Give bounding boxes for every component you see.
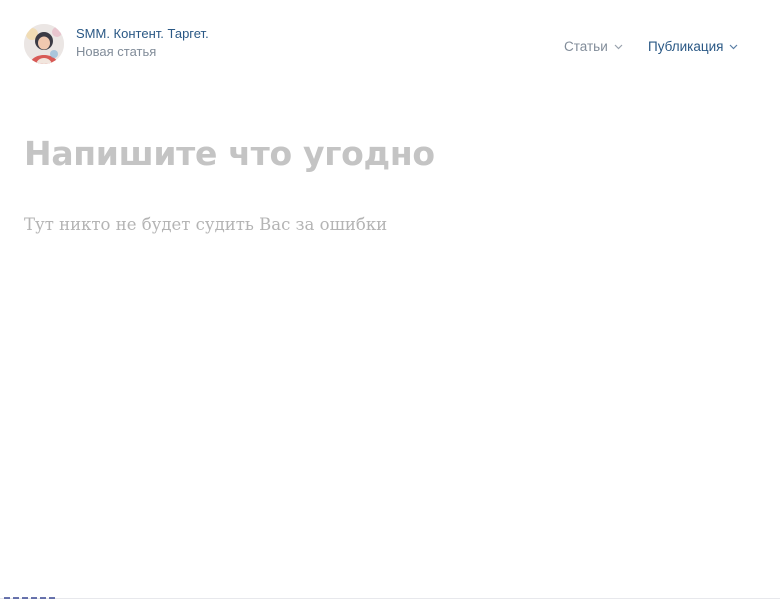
community-name[interactable]: SMM. Контент. Таргет. (76, 26, 209, 42)
chevron-down-icon (730, 44, 738, 50)
articles-menu-button[interactable]: Статьи (564, 39, 623, 55)
article-editor[interactable]: Напишите что угодно Тут никто не будет с… (24, 130, 754, 237)
avatar-image-icon (24, 24, 64, 64)
articles-menu-label: Статьи (564, 39, 608, 54)
article-editor-page: SMM. Контент. Таргет. Новая статья Стать… (0, 0, 780, 599)
community-avatar[interactable] (24, 24, 64, 64)
article-title-input[interactable]: Напишите что угодно (24, 130, 754, 178)
publish-menu-button[interactable]: Публикация (648, 39, 738, 55)
article-body-input[interactable]: Тут никто не будет судить Вас за ошибки (24, 213, 754, 237)
editor-header: SMM. Контент. Таргет. Новая статья Стать… (0, 0, 780, 86)
article-status: Новая статья (76, 44, 157, 59)
chevron-down-icon (614, 44, 623, 50)
publish-menu-label: Публикация (648, 39, 724, 54)
